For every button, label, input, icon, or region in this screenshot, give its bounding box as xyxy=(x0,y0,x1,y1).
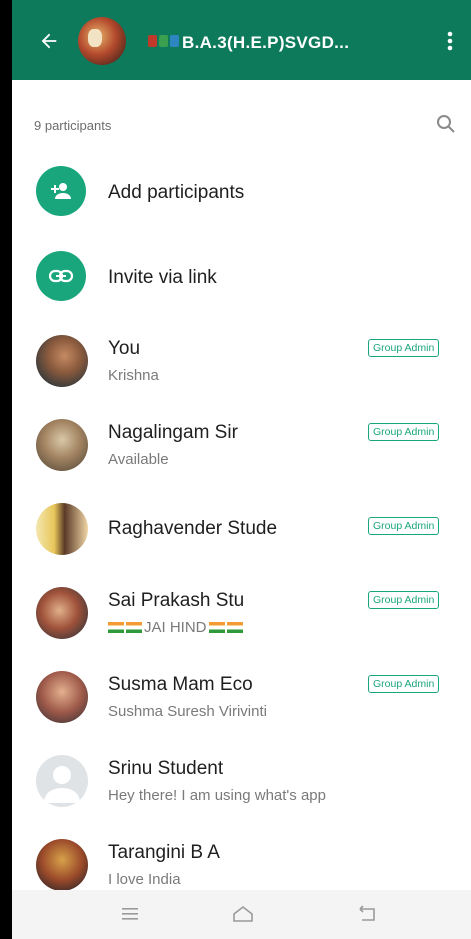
participant-row[interactable]: Srinu Student Hey there! I am using what… xyxy=(12,741,471,821)
participant-name: Sai Prakash Stu xyxy=(108,590,245,611)
group-participants-screen: B.A.3(H.E.P)SVGD... 9 participants Add p… xyxy=(12,0,471,939)
participant-name: Susma Mam Eco xyxy=(108,674,253,695)
invite-via-link-row[interactable]: Invite via link xyxy=(12,243,471,313)
india-flag-icon xyxy=(108,622,124,633)
menu-icon[interactable] xyxy=(118,902,144,928)
group-admin-badge: Group Admin xyxy=(368,591,440,609)
book-icon xyxy=(159,35,168,47)
title-books xyxy=(148,35,179,47)
participant-name: Nagalingam Sir xyxy=(108,422,238,443)
participant-status: Sushma Suresh Virivinti xyxy=(108,703,267,720)
avatar xyxy=(36,671,88,723)
participant-row[interactable]: Raghavender Stude Group Admin xyxy=(12,489,471,569)
book-icon xyxy=(148,35,157,47)
participant-row[interactable]: You Krishna Group Admin xyxy=(12,321,471,401)
avatar xyxy=(36,335,88,387)
avatar xyxy=(36,503,88,555)
link-icon xyxy=(36,251,86,301)
invite-via-link-label: Invite via link xyxy=(108,267,217,288)
india-flag-icon xyxy=(226,622,243,633)
group-avatar[interactable] xyxy=(78,17,126,65)
participant-status-text: JAI HIND xyxy=(144,619,207,636)
default-avatar-icon xyxy=(36,755,88,807)
participant-name: Srinu Student xyxy=(108,758,224,779)
participant-status: Available xyxy=(108,451,169,468)
participant-status: Krishna xyxy=(108,367,159,384)
group-admin-badge: Group Admin xyxy=(368,423,440,441)
avatar xyxy=(36,587,88,639)
back-icon[interactable] xyxy=(356,902,382,928)
more-vert-icon[interactable] xyxy=(429,24,471,58)
system-navigation-bar xyxy=(12,890,471,939)
home-icon[interactable] xyxy=(231,902,257,928)
group-admin-badge: Group Admin xyxy=(368,675,440,693)
participant-row[interactable]: Sai Prakash Stu JAI HIND Group Admin xyxy=(12,573,471,653)
participant-status: JAI HIND xyxy=(108,619,243,636)
participant-status: I love India xyxy=(108,871,181,888)
add-participants-row[interactable]: Add participants xyxy=(12,158,471,228)
book-icon xyxy=(170,35,179,47)
india-flag-icon xyxy=(126,622,142,633)
avatar xyxy=(36,419,88,471)
participant-status: Hey there! I am using what's app xyxy=(108,787,326,804)
participants-count: 9 participants xyxy=(34,118,112,133)
arrow-left-icon[interactable] xyxy=(36,28,62,54)
india-flag-icon xyxy=(208,622,225,633)
participant-row[interactable]: Nagalingam Sir Available Group Admin xyxy=(12,405,471,485)
avatar xyxy=(36,839,88,891)
add-person-icon xyxy=(36,166,86,216)
app-bar: B.A.3(H.E.P)SVGD... xyxy=(12,0,471,80)
participant-row[interactable]: Susma Mam Eco Sushma Suresh Virivinti Gr… xyxy=(12,657,471,737)
group-title[interactable]: B.A.3(H.E.P)SVGD... xyxy=(182,33,349,53)
group-admin-badge: Group Admin xyxy=(368,339,440,357)
group-admin-badge: Group Admin xyxy=(368,517,440,535)
participant-name: Tarangini B A xyxy=(108,842,220,863)
add-participants-label: Add participants xyxy=(108,182,245,203)
participant-name: Raghavender Stude xyxy=(108,518,278,539)
participant-name: You xyxy=(108,338,141,359)
search-icon[interactable] xyxy=(434,112,460,138)
